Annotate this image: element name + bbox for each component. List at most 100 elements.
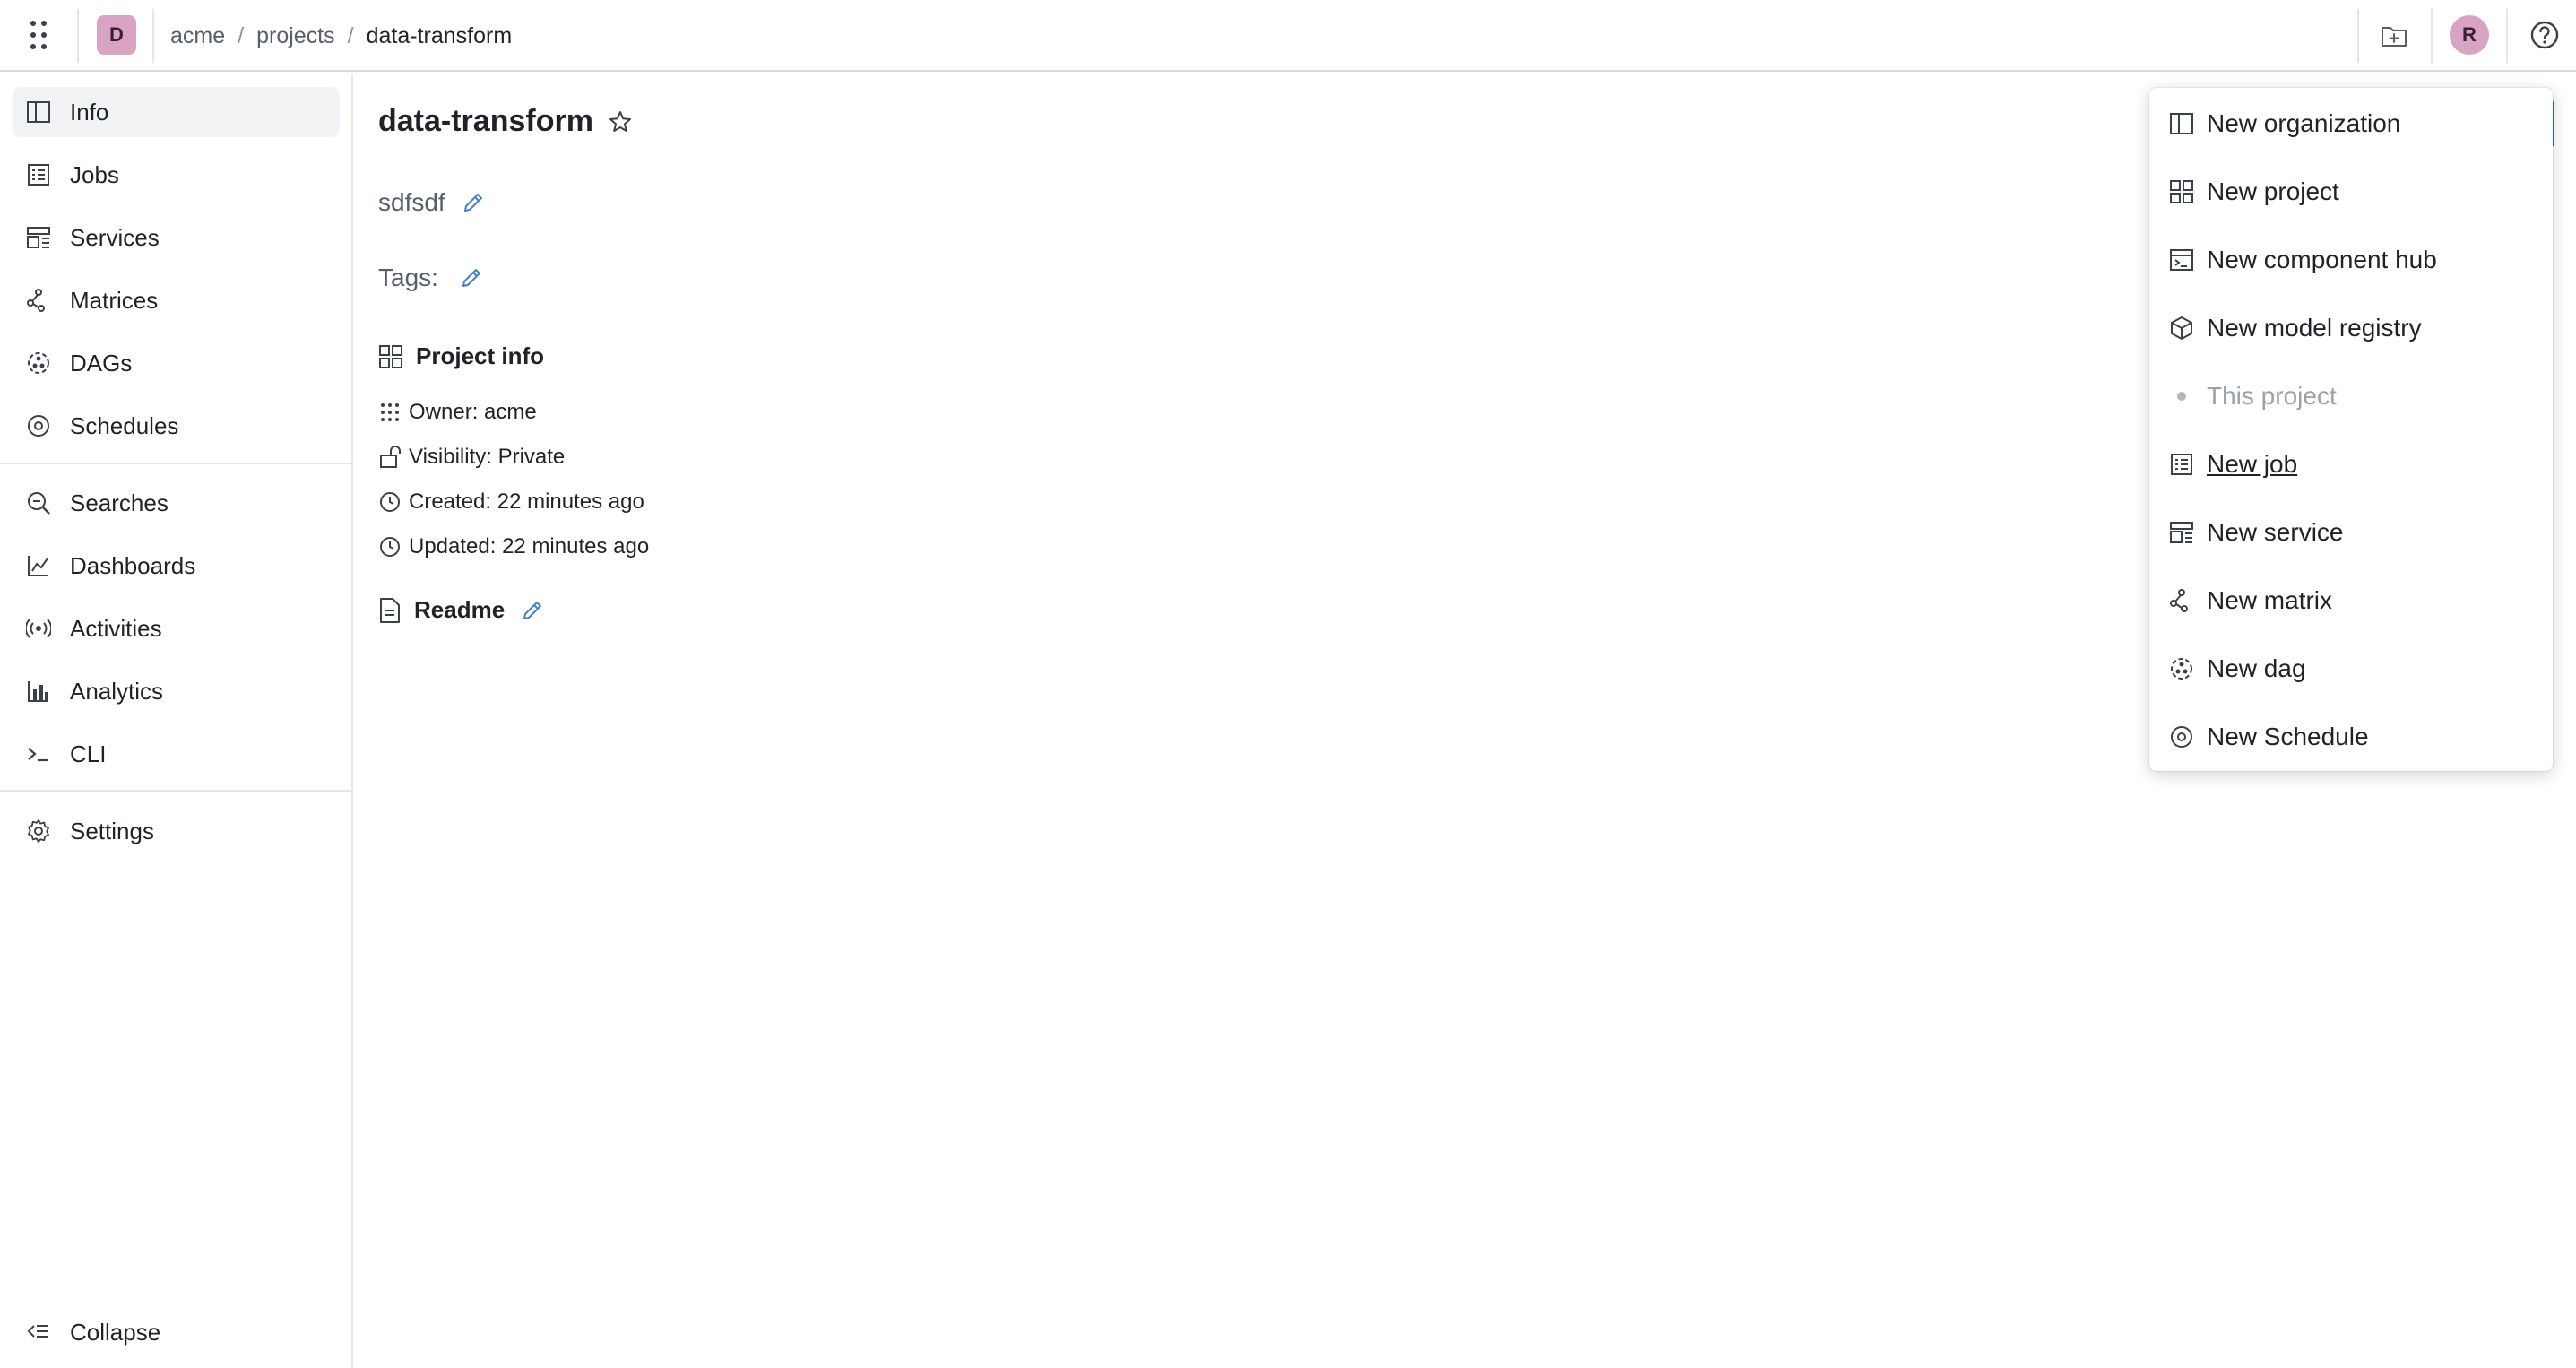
new-item-menu: New organization New project New compone… bbox=[2149, 88, 2553, 771]
grid-dots-icon bbox=[30, 21, 47, 49]
sidebar-item-dags[interactable]: DAGs bbox=[13, 338, 340, 388]
sidebar-item-label: Info bbox=[70, 98, 109, 126]
pencil-icon bbox=[462, 269, 480, 287]
owner-dots-icon bbox=[378, 401, 402, 424]
top-bar: D acme / projects / data-transform R bbox=[0, 0, 2576, 72]
menu-item-new-component-hub[interactable]: New component hub bbox=[2149, 229, 2553, 291]
menu-item-label: New job bbox=[2207, 450, 2298, 478]
jobs-icon bbox=[25, 161, 52, 188]
edit-description-button[interactable] bbox=[460, 189, 487, 216]
menu-item-label: New component hub bbox=[2207, 246, 2437, 273]
sidebar-item-label: DAGs bbox=[70, 349, 133, 377]
visibility-text: Visibility: Private bbox=[409, 445, 566, 469]
clock-icon bbox=[378, 535, 402, 558]
edit-tags-button[interactable] bbox=[458, 264, 485, 291]
menu-item-new-job[interactable]: New job bbox=[2149, 433, 2553, 496]
tags-row: Tags: bbox=[378, 264, 485, 292]
collapse-button[interactable]: Collapse bbox=[13, 1307, 340, 1357]
organization-icon bbox=[2167, 109, 2196, 138]
readme-title: Readme bbox=[414, 596, 506, 623]
breadcrumb-separator: / bbox=[347, 22, 354, 48]
menu-item-new-organization[interactable]: New organization bbox=[2149, 92, 2553, 155]
created-text: Created: 22 minutes ago bbox=[409, 489, 644, 514]
tags-label: Tags: bbox=[378, 264, 438, 291]
top-bar-divider bbox=[2431, 9, 2433, 63]
menu-item-new-dag[interactable]: New dag bbox=[2149, 637, 2553, 700]
menu-item-label: This project bbox=[2207, 382, 2337, 410]
readme-header: Readme bbox=[378, 596, 546, 624]
top-bar-divider bbox=[2506, 9, 2508, 63]
sidebar-item-info[interactable]: Info bbox=[13, 87, 340, 137]
services-icon bbox=[25, 224, 52, 251]
document-icon bbox=[380, 597, 400, 623]
owner-text[interactable]: Owner: acme bbox=[409, 400, 537, 425]
sidebar-item-label: Services bbox=[70, 223, 160, 251]
sidebar-item-schedules[interactable]: Schedules bbox=[13, 401, 340, 451]
activities-icon bbox=[25, 615, 52, 642]
apps-menu-button[interactable] bbox=[16, 13, 61, 57]
sidebar-item-matrices[interactable]: Matrices bbox=[13, 275, 340, 325]
menu-item-label: New matrix bbox=[2207, 586, 2333, 614]
edit-readme-button[interactable] bbox=[519, 597, 546, 624]
menu-section-this-project: This project bbox=[2149, 365, 2553, 428]
sidebar-item-analytics[interactable]: Analytics bbox=[13, 666, 340, 716]
breadcrumb-projects[interactable]: projects bbox=[256, 23, 335, 49]
sidebar-item-dashboards[interactable]: Dashboards bbox=[13, 541, 340, 591]
menu-item-new-project[interactable]: New project bbox=[2149, 160, 2553, 223]
top-bar-divider bbox=[77, 9, 79, 63]
dashboards-icon bbox=[25, 552, 52, 579]
unlock-icon bbox=[378, 446, 402, 469]
sidebar-item-label: Dashboards bbox=[70, 551, 196, 579]
sidebar-item-label: Matrices bbox=[70, 286, 159, 314]
pencil-icon bbox=[463, 194, 482, 212]
searches-icon bbox=[25, 489, 52, 516]
owner-row: Owner: acme bbox=[378, 400, 537, 425]
sidebar-item-label: Analytics bbox=[70, 677, 164, 705]
sidebar-item-services[interactable]: Services bbox=[13, 212, 340, 263]
menu-item-new-matrix[interactable]: New matrix bbox=[2149, 569, 2553, 632]
matrix-icon bbox=[2167, 586, 2196, 615]
menu-item-new-schedule[interactable]: New Schedule bbox=[2149, 706, 2553, 768]
sidebar-item-jobs[interactable]: Jobs bbox=[13, 150, 340, 200]
folder-plus-icon bbox=[2382, 27, 2407, 47]
menu-item-label: New dag bbox=[2207, 654, 2306, 682]
star-icon bbox=[609, 110, 631, 132]
sidebar-item-searches[interactable]: Searches bbox=[13, 478, 340, 528]
new-item-button[interactable] bbox=[2371, 13, 2417, 59]
project-info-title: Project info bbox=[416, 342, 545, 369]
settings-icon bbox=[25, 818, 52, 844]
sidebar-item-label: Schedules bbox=[70, 411, 179, 439]
breadcrumb-org[interactable]: acme bbox=[170, 23, 225, 49]
project-icon bbox=[2167, 177, 2196, 206]
menu-item-new-model-registry[interactable]: New model registry bbox=[2149, 297, 2553, 359]
sidebar-item-settings[interactable]: Settings bbox=[13, 806, 340, 856]
matrices-icon bbox=[25, 287, 52, 314]
breadcrumb-current: data-transform bbox=[366, 22, 513, 48]
clock-icon bbox=[378, 490, 402, 514]
top-bar-divider bbox=[2357, 9, 2359, 63]
sidebar-divider bbox=[0, 790, 351, 792]
user-avatar[interactable]: R bbox=[2450, 15, 2489, 55]
menu-item-new-service[interactable]: New service bbox=[2149, 501, 2553, 564]
menu-item-label: New model registry bbox=[2207, 314, 2422, 342]
description-row: sdfsdf bbox=[378, 188, 487, 217]
component-hub-icon bbox=[2167, 246, 2196, 274]
menu-item-label: New service bbox=[2207, 518, 2344, 546]
star-button[interactable] bbox=[606, 108, 635, 136]
breadcrumb: acme / projects / data-transform bbox=[170, 20, 512, 52]
page-title: data-transform bbox=[378, 104, 593, 138]
menu-item-label: New Schedule bbox=[2207, 723, 2369, 750]
dot-icon bbox=[2167, 382, 2196, 411]
visibility-row: Visibility: Private bbox=[378, 445, 565, 470]
schedules-icon bbox=[25, 412, 52, 439]
pencil-icon bbox=[523, 601, 542, 619]
model-registry-icon bbox=[2167, 314, 2196, 342]
help-button[interactable] bbox=[2522, 13, 2567, 57]
sidebar-item-cli[interactable]: CLI bbox=[13, 729, 340, 779]
org-avatar[interactable]: D bbox=[97, 15, 136, 55]
sidebar-item-label: Activities bbox=[70, 614, 162, 642]
grid-icon bbox=[379, 344, 402, 368]
menu-item-label: New organization bbox=[2207, 109, 2401, 137]
sidebar-item-activities[interactable]: Activities bbox=[13, 603, 340, 654]
title-row: data-transform bbox=[378, 104, 635, 139]
